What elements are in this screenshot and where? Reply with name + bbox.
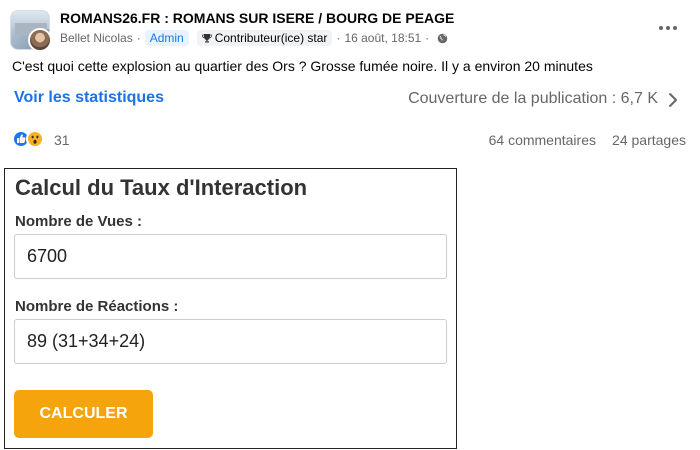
interaction-rate-calculator: Calcul du Taux d'Interaction Nombre de V… bbox=[4, 168, 457, 449]
more-dot-icon bbox=[673, 26, 677, 30]
reactions-input[interactable] bbox=[14, 319, 447, 364]
more-dot-icon bbox=[666, 26, 670, 30]
calculate-button[interactable]: CALCULER bbox=[14, 390, 153, 438]
contributor-badge-label: Contributeur(ice) star bbox=[214, 31, 328, 45]
separator-dot: · bbox=[136, 31, 141, 45]
globe-icon[interactable] bbox=[437, 33, 448, 44]
reaction-icons[interactable] bbox=[12, 129, 52, 149]
admin-badge: Admin bbox=[144, 30, 189, 46]
calculator-title: Calcul du Taux d'Interaction bbox=[15, 175, 308, 200]
reaction-count[interactable]: 31 bbox=[54, 132, 70, 148]
post-meta: Bellet Nicolas · Admin Contributeur(ice)… bbox=[60, 30, 448, 46]
post-timestamp[interactable]: 16 août, 18:51 bbox=[344, 31, 421, 45]
reactions-label: Nombre de Réactions : bbox=[15, 298, 179, 315]
reactions-row: 31 64 commentaires 24 partages bbox=[12, 129, 688, 151]
wow-icon bbox=[26, 130, 44, 148]
more-options-button[interactable] bbox=[656, 18, 680, 38]
more-dot-icon bbox=[659, 26, 663, 30]
views-input[interactable] bbox=[14, 234, 447, 279]
view-insights-link[interactable]: Voir les statistiques bbox=[14, 89, 164, 107]
trophy-icon bbox=[201, 34, 212, 43]
author-name[interactable]: Bellet Nicolas bbox=[60, 31, 133, 45]
avatar[interactable] bbox=[28, 28, 52, 52]
chevron-right-icon[interactable] bbox=[666, 92, 680, 108]
post-header: ROMANS26.FR : ROMANS SUR ISERE / BOURG D… bbox=[10, 6, 690, 52]
comments-count[interactable]: 64 commentaires bbox=[489, 132, 596, 148]
stats-row: Voir les statistiques Couverture de la p… bbox=[14, 89, 690, 111]
shares-count[interactable]: 24 partages bbox=[612, 132, 686, 148]
contributor-badge: Contributeur(ice) star bbox=[196, 30, 333, 46]
group-name[interactable]: ROMANS26.FR : ROMANS SUR ISERE / BOURG D… bbox=[60, 10, 454, 26]
post-text: C'est quoi cette explosion au quartier d… bbox=[12, 58, 593, 74]
views-label: Nombre de Vues : bbox=[15, 213, 142, 230]
post-reach[interactable]: Couverture de la publication : 6,7 K bbox=[408, 90, 658, 108]
